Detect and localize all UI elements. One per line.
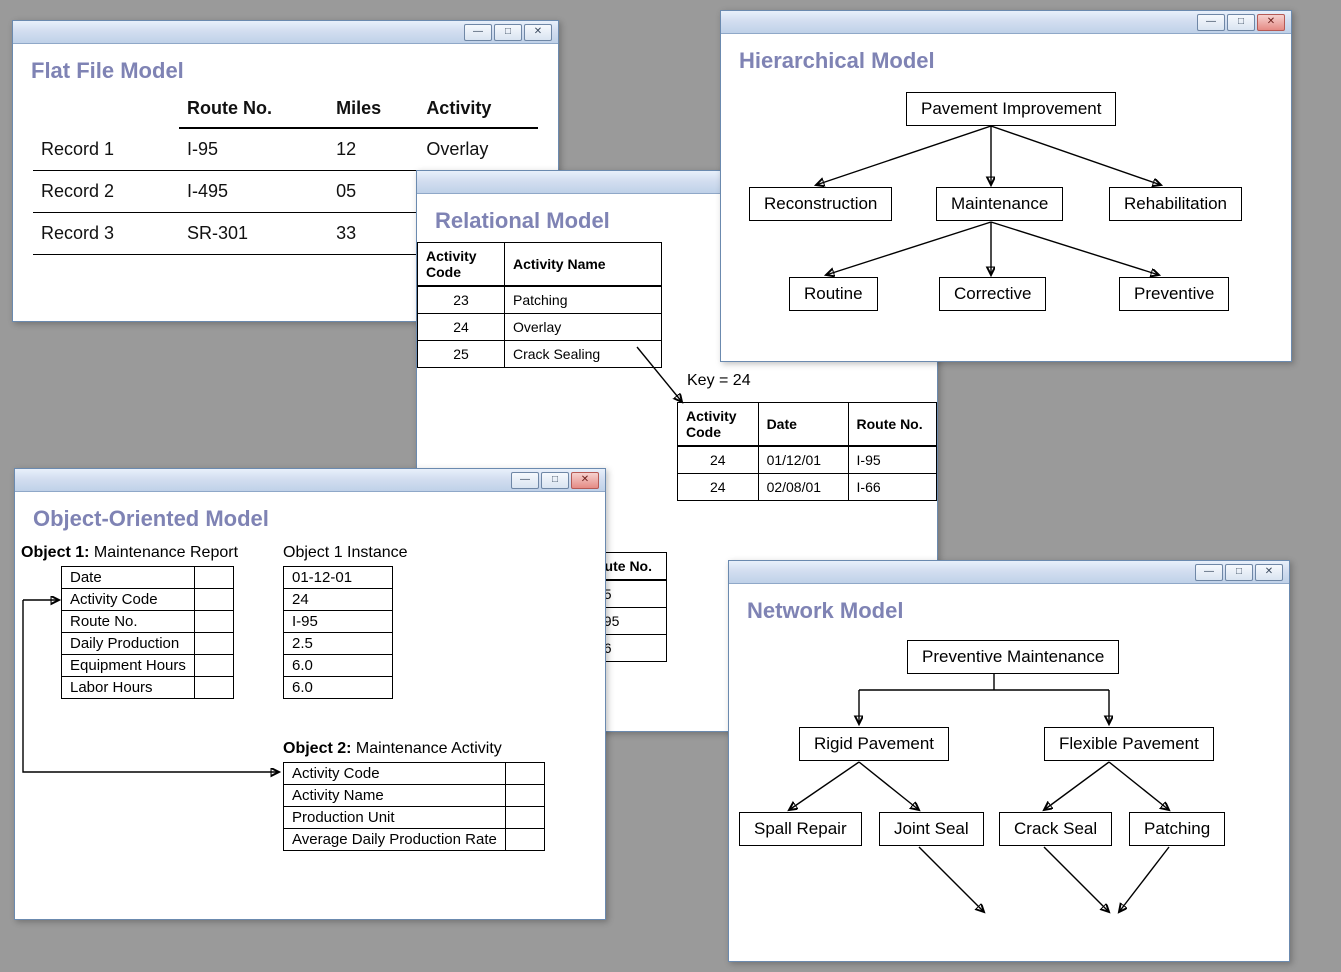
window-network: — □ ✕ Network Model Preventive Maintenan… bbox=[728, 560, 1290, 962]
table-row: 2401/12/01I-95 bbox=[678, 446, 937, 474]
object1-fields-table: Date Activity Code Route No. Daily Produ… bbox=[61, 566, 234, 699]
col-route: Route No. bbox=[179, 92, 328, 128]
node-patching: Patching bbox=[1129, 812, 1225, 846]
titlebar: — □ ✕ bbox=[729, 561, 1289, 584]
table-row: I-95 bbox=[284, 611, 393, 633]
node-corrective: Corrective bbox=[939, 277, 1046, 311]
close-button[interactable]: ✕ bbox=[1257, 14, 1285, 31]
col-date: Date bbox=[758, 403, 848, 447]
node-reconstruction: Reconstruction bbox=[749, 187, 892, 221]
maximize-button[interactable]: □ bbox=[1225, 564, 1253, 581]
table-row: 01-12-01 bbox=[284, 567, 393, 589]
col-activity-name: Activity Name bbox=[505, 243, 662, 287]
table-row: 6.0 bbox=[284, 655, 393, 677]
window-title: Object-Oriented Model bbox=[15, 492, 605, 540]
node-rigid: Rigid Pavement bbox=[799, 727, 949, 761]
key-label: Key = 24 bbox=[687, 372, 751, 390]
col-blank bbox=[33, 92, 179, 128]
col-activity-code: Activity Code bbox=[418, 243, 505, 287]
relational-table-activity: Activity Code Activity Name 23Patching 2… bbox=[417, 242, 662, 368]
node-flexible: Flexible Pavement bbox=[1044, 727, 1214, 761]
object1-instance-label: Object 1 Instance bbox=[283, 544, 408, 562]
col-miles: Miles bbox=[328, 92, 418, 128]
col-activity-code: Activity Code bbox=[678, 403, 759, 447]
window-title: Hierarchical Model bbox=[721, 34, 1291, 82]
col-activity: Activity bbox=[418, 92, 538, 128]
maximize-button[interactable]: □ bbox=[541, 472, 569, 489]
node-root: Preventive Maintenance bbox=[907, 640, 1119, 674]
table-row: Average Daily Production Rate bbox=[284, 829, 545, 851]
minimize-button[interactable]: — bbox=[511, 472, 539, 489]
titlebar: — □ ✕ bbox=[15, 469, 605, 492]
window-object-oriented: — □ ✕ Object-Oriented Model Object 1: Ma… bbox=[14, 468, 606, 920]
maximize-button[interactable]: □ bbox=[494, 24, 522, 41]
node-jointseal: Joint Seal bbox=[879, 812, 984, 846]
node-spall: Spall Repair bbox=[739, 812, 862, 846]
table-row: Daily Production bbox=[62, 633, 234, 655]
network-arrows bbox=[729, 632, 1289, 962]
relational-table-records: Activity Code Date Route No. 2401/12/01I… bbox=[677, 402, 937, 501]
node-rehabilitation: Rehabilitation bbox=[1109, 187, 1242, 221]
table-row: Route No. bbox=[62, 611, 234, 633]
close-button[interactable]: ✕ bbox=[524, 24, 552, 41]
object2-fields-table: Activity Code Activity Name Production U… bbox=[283, 762, 545, 851]
close-button[interactable]: ✕ bbox=[1255, 564, 1283, 581]
node-crackseal: Crack Seal bbox=[999, 812, 1112, 846]
close-button[interactable]: ✕ bbox=[571, 472, 599, 489]
table-row: Labor Hours bbox=[62, 677, 234, 699]
minimize-button[interactable]: — bbox=[464, 24, 492, 41]
col-route: Route No. bbox=[848, 403, 936, 447]
table-row: 24Overlay bbox=[418, 314, 662, 341]
table-row: Equipment Hours bbox=[62, 655, 234, 677]
table-row: Activity Code bbox=[62, 589, 234, 611]
table-row: 25Crack Sealing bbox=[418, 341, 662, 368]
window-hierarchical: — □ ✕ Hierarchical Model Pavement Improv… bbox=[720, 10, 1292, 362]
minimize-button[interactable]: — bbox=[1197, 14, 1225, 31]
table-row: Production Unit bbox=[284, 807, 545, 829]
table-row: Activity Code bbox=[284, 763, 545, 785]
node-preventive: Preventive bbox=[1119, 277, 1229, 311]
table-row: 2402/08/01I-66 bbox=[678, 474, 937, 501]
window-title: Network Model bbox=[729, 584, 1289, 632]
table-row: 6.0 bbox=[284, 677, 393, 699]
window-title: Flat File Model bbox=[13, 44, 558, 92]
node-routine: Routine bbox=[789, 277, 878, 311]
table-row: 23Patching bbox=[418, 286, 662, 314]
object1-label: Object 1: Maintenance Report bbox=[21, 544, 238, 562]
table-row: Date bbox=[62, 567, 234, 589]
table-row: Record 1I-9512Overlay bbox=[33, 128, 538, 171]
titlebar: — □ ✕ bbox=[721, 11, 1291, 34]
node-root: Pavement Improvement bbox=[906, 92, 1116, 126]
object2-label: Object 2: Maintenance Activity bbox=[283, 740, 502, 758]
node-maintenance: Maintenance bbox=[936, 187, 1063, 221]
maximize-button[interactable]: □ bbox=[1227, 14, 1255, 31]
table-row: 2.5 bbox=[284, 633, 393, 655]
table-row: Activity Name bbox=[284, 785, 545, 807]
table-row: 24 bbox=[284, 589, 393, 611]
titlebar: — □ ✕ bbox=[13, 21, 558, 44]
object1-instance-table: 01-12-01 24 I-95 2.5 6.0 6.0 bbox=[283, 566, 393, 699]
minimize-button[interactable]: — bbox=[1195, 564, 1223, 581]
